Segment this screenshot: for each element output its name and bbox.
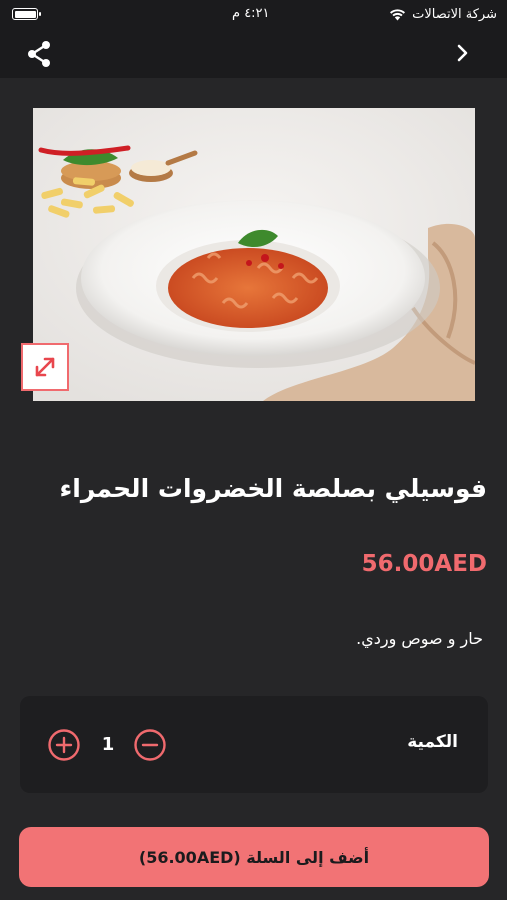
pasta-dish-illustration (33, 108, 475, 401)
product-price: 56.00AED (361, 551, 487, 577)
share-icon[interactable] (24, 39, 54, 69)
wifi-icon (390, 8, 406, 20)
expand-image-button[interactable] (21, 343, 69, 391)
plus-circle-icon[interactable] (47, 728, 81, 762)
nav-bar (0, 28, 507, 78)
expand-icon (35, 357, 55, 377)
product-description: حار و صوص وردي. (356, 629, 483, 648)
status-right: شركة الاتصالات (389, 7, 497, 22)
product-title: فوسيلي بصلصة الخضروات الحمراء (59, 474, 488, 503)
quantity-label: الكمية (407, 732, 458, 752)
quantity-card: الكمية 1 (20, 696, 488, 793)
add-to-cart-button[interactable]: أضف إلى السلة (56.00AED) (19, 827, 489, 887)
add-to-cart-label: أضف إلى السلة (56.00AED) (138, 847, 370, 867)
chevron-right-icon[interactable] (453, 42, 473, 64)
battery-icon (12, 8, 41, 20)
minus-circle-icon[interactable] (133, 728, 167, 762)
carrier-name: شركة الاتصالات (412, 6, 497, 22)
quantity-value: 1 (101, 734, 115, 755)
status-time: ٤:٢١ م (232, 6, 270, 21)
product-image[interactable] (33, 108, 475, 401)
status-bar: ٤:٢١ م شركة الاتصالات (0, 0, 507, 28)
